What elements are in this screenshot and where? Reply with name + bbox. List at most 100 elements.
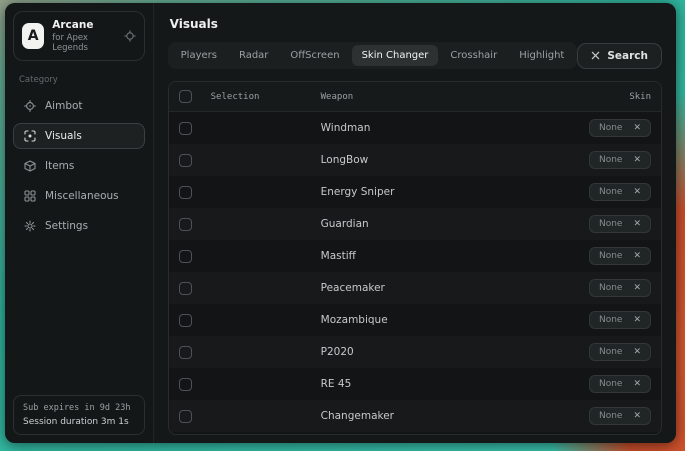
table-row: Mozambique None ✕ (169, 304, 661, 336)
skin-value: None (599, 283, 622, 293)
sidebar-item-label: Visuals (45, 130, 82, 142)
tab[interactable]: Skin Changer (352, 45, 439, 66)
row-checkbox[interactable] (179, 218, 192, 231)
skin-select-badge[interactable]: None ✕ (589, 279, 651, 297)
skin-select-badge[interactable]: None ✕ (589, 247, 651, 265)
column-header-selection: Selection (211, 92, 321, 102)
skin-value: None (599, 251, 622, 261)
table-row: Energy Sniper None ✕ (169, 176, 661, 208)
tab-label: Highlight (519, 50, 564, 61)
table-row: Peacemaker None ✕ (169, 272, 661, 304)
skin-select-badge[interactable]: None ✕ (589, 311, 651, 329)
skin-value: None (599, 411, 622, 421)
close-icon[interactable]: ✕ (633, 156, 641, 165)
x-icon (591, 51, 600, 60)
close-icon[interactable]: ✕ (633, 220, 641, 229)
row-checkbox[interactable] (179, 282, 192, 295)
table-row: Guardian None ✕ (169, 208, 661, 240)
weapon-name: Changemaker (321, 410, 531, 422)
tab-label: Radar (239, 50, 268, 61)
search-button-label: Search (607, 50, 648, 62)
weapon-name: Energy Sniper (321, 186, 531, 198)
app-name: Arcane (52, 19, 115, 31)
close-icon[interactable]: ✕ (633, 412, 641, 421)
close-icon[interactable]: ✕ (633, 380, 641, 389)
tab[interactable]: Crosshair (440, 45, 507, 66)
close-icon[interactable]: ✕ (633, 188, 641, 197)
sidebar-item-label: Items (45, 160, 74, 172)
table-body: Windman None ✕ Long (169, 112, 661, 432)
row-checkbox[interactable] (179, 186, 192, 199)
skin-value: None (599, 219, 622, 229)
table-row: LongBow None ✕ (169, 144, 661, 176)
close-icon[interactable]: ✕ (633, 316, 641, 325)
close-icon[interactable]: ✕ (633, 348, 641, 357)
toolbar: Players Radar OffScreen Skin Changer (168, 42, 662, 69)
sidebar-item-items[interactable]: Items (13, 153, 145, 179)
tab-label: OffScreen (290, 50, 339, 61)
skin-value: None (599, 347, 622, 357)
sidebar-item-aimbot[interactable]: Aimbot (13, 93, 145, 119)
table-row: P2020 None ✕ (169, 336, 661, 368)
category-label: Category (19, 75, 139, 85)
weapon-name: Mozambique (321, 314, 531, 326)
row-checkbox[interactable] (179, 314, 192, 327)
tab[interactable]: Highlight (509, 45, 574, 66)
table-row: Changemaker None ✕ (169, 400, 661, 432)
skin-select-badge[interactable]: None ✕ (589, 215, 651, 233)
skin-select-badge[interactable]: None ✕ (589, 375, 651, 393)
sidebar-nav: Aimbot Visuals (13, 93, 145, 239)
weapon-name: P2020 (321, 346, 531, 358)
skin-value: None (599, 187, 622, 197)
table-row: RE 45 None ✕ (169, 368, 661, 400)
tab-bar: Players Radar OffScreen Skin Changer (168, 42, 578, 69)
sidebar-item-visuals[interactable]: Visuals (13, 123, 145, 149)
weapon-name: Windman (321, 122, 531, 134)
row-checkbox[interactable] (179, 250, 192, 263)
skin-value: None (599, 123, 622, 133)
close-icon[interactable]: ✕ (633, 284, 641, 293)
app-subtitle: for Apex Legends (52, 33, 115, 53)
row-checkbox[interactable] (179, 154, 192, 167)
search-button[interactable]: Search (577, 43, 662, 69)
crosshair-icon (24, 100, 36, 112)
sidebar-item-settings[interactable]: Settings (13, 213, 145, 239)
sidebar: A Arcane for Apex Legends Category (5, 3, 154, 443)
app-header-card: A Arcane for Apex Legends (13, 11, 145, 61)
skin-select-badge[interactable]: None ✕ (589, 183, 651, 201)
tab[interactable]: Players (171, 45, 227, 66)
app-logo: A (22, 23, 44, 49)
page-title: Visuals (170, 17, 662, 31)
sidebar-item-label: Settings (45, 220, 88, 232)
skin-value: None (599, 379, 622, 389)
skin-select-badge[interactable]: None ✕ (589, 119, 651, 137)
weapon-name: Peacemaker (321, 282, 531, 294)
desktop-background: A Arcane for Apex Legends Category (0, 0, 685, 451)
main-panel: Visuals Players Radar OffScreen (154, 3, 676, 443)
sidebar-item-miscellaneous[interactable]: Miscellaneous (13, 183, 145, 209)
close-icon[interactable]: ✕ (633, 252, 641, 261)
gear-icon (24, 220, 36, 232)
row-checkbox[interactable] (179, 378, 192, 391)
weapon-name: Mastiff (321, 250, 531, 262)
tab[interactable]: OffScreen (280, 45, 349, 66)
row-checkbox[interactable] (179, 346, 192, 359)
row-checkbox[interactable] (179, 122, 192, 135)
tab-label: Players (181, 50, 217, 61)
target-icon[interactable] (124, 30, 136, 42)
session-duration-text: Session duration 3m 1s (23, 417, 135, 427)
skin-select-badge[interactable]: None ✕ (589, 151, 651, 169)
grid-icon (24, 190, 36, 202)
skin-select-badge[interactable]: None ✕ (589, 407, 651, 425)
skin-value: None (599, 155, 622, 165)
sub-expires-text: Sub expires in 9d 23h (23, 403, 135, 413)
close-icon[interactable]: ✕ (633, 124, 641, 133)
tab[interactable]: Radar (229, 45, 278, 66)
weapon-name: RE 45 (321, 378, 531, 390)
row-checkbox[interactable] (179, 410, 192, 423)
table-row: Windman None ✕ (169, 112, 661, 144)
skin-select-badge[interactable]: None ✕ (589, 343, 651, 361)
select-all-checkbox[interactable] (179, 90, 192, 103)
scan-icon (24, 130, 36, 142)
subscription-status-card: Sub expires in 9d 23h Session duration 3… (13, 395, 145, 435)
